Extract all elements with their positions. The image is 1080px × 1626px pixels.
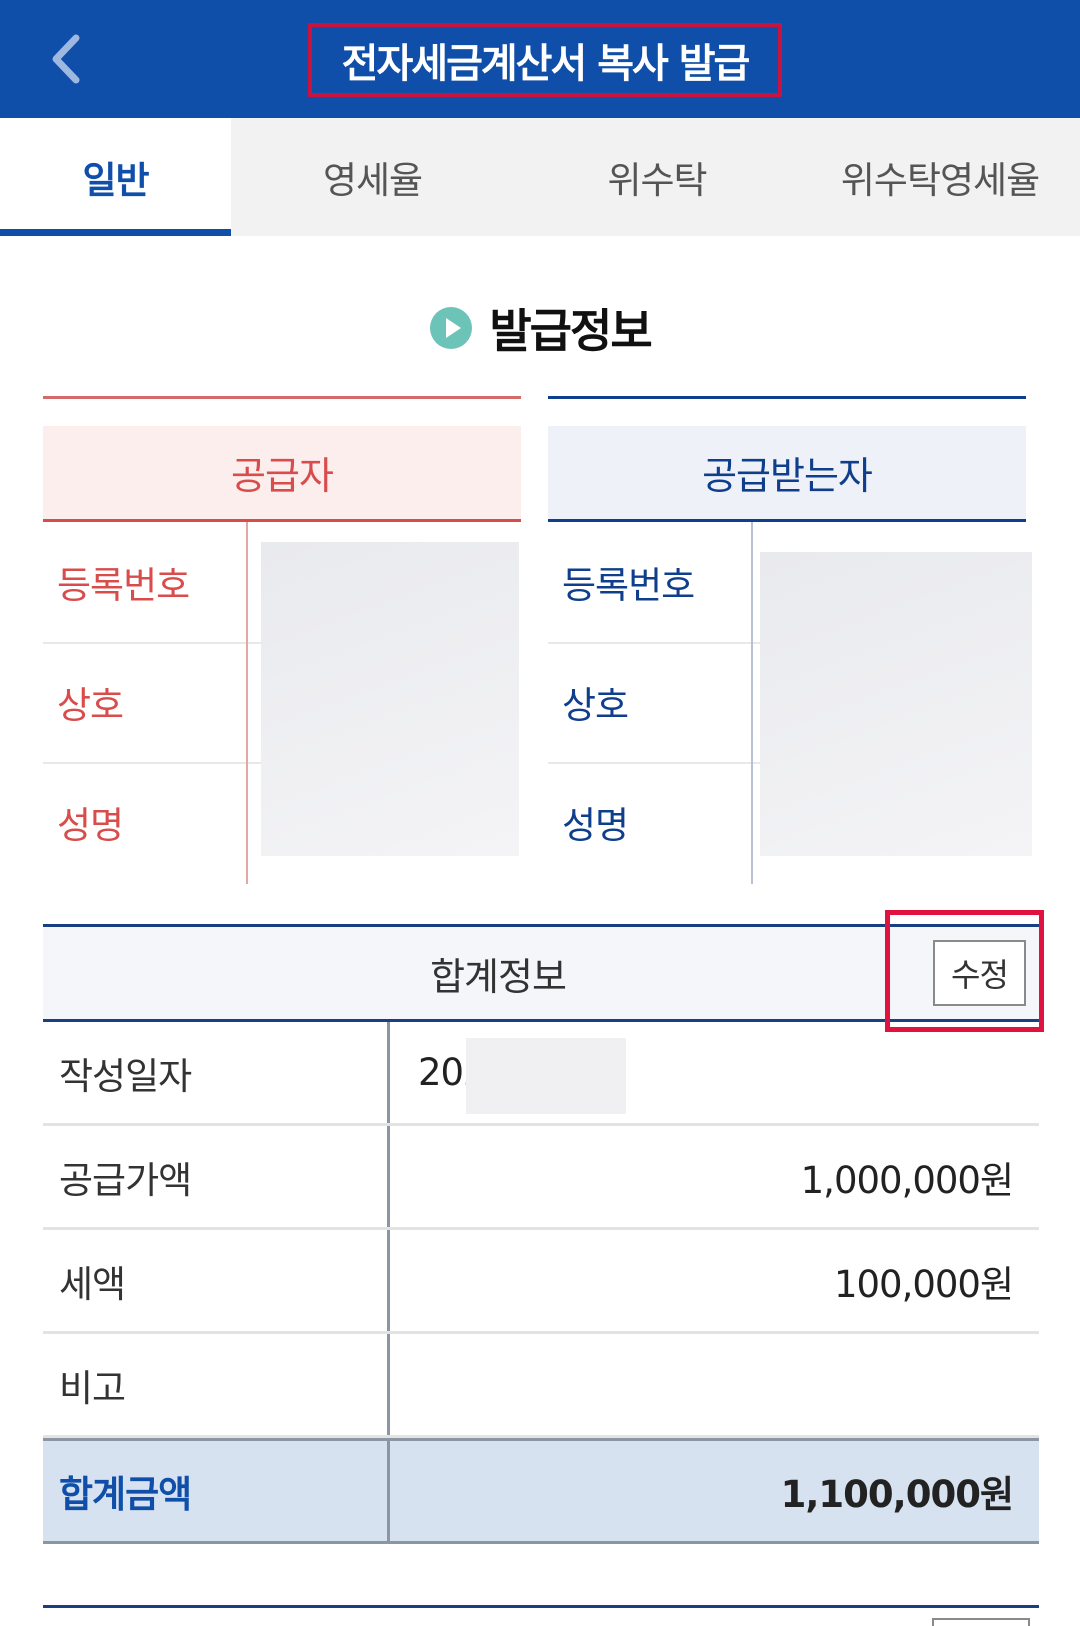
supplier-body: 등록번호 상호 성명 bbox=[43, 522, 521, 884]
divider bbox=[43, 396, 521, 399]
divider bbox=[43, 1605, 1039, 1608]
total-amount-label: 합계금액 bbox=[43, 1441, 390, 1541]
redacted-supplier-info bbox=[261, 542, 519, 856]
title-highlight-box: 전자세금계산서 복사 발급 bbox=[308, 23, 782, 97]
section-title: 발급정보 bbox=[489, 304, 652, 358]
divider bbox=[43, 642, 263, 644]
app-header: 전자세금계산서 복사 발급 bbox=[0, 0, 1080, 118]
summary-title: 합계정보 bbox=[430, 954, 567, 999]
tab-consignment-zero-rate[interactable]: 위수탁영세율 bbox=[800, 118, 1080, 236]
chevron-left-icon bbox=[52, 34, 80, 84]
tab-consignment[interactable]: 위수탁 bbox=[514, 118, 800, 236]
redacted-buyer-info bbox=[760, 552, 1032, 856]
table-row: 비고 bbox=[43, 1334, 1039, 1438]
tax-amount-value: 100,000원 bbox=[833, 1262, 1014, 1306]
supplier-company-label: 상호 bbox=[57, 684, 124, 727]
tab-general[interactable]: 일반 bbox=[0, 118, 231, 236]
summary-table: 작성일자 202 공급가액 1,000,000원 세액 100,000원 비고 … bbox=[43, 1022, 1039, 1544]
buyer-panel: 공급받는자 등록번호 상호 성명 bbox=[548, 396, 1032, 884]
buyer-company-label: 상호 bbox=[562, 684, 629, 727]
table-row: 공급가액 1,000,000원 bbox=[43, 1126, 1039, 1230]
divider bbox=[548, 762, 768, 764]
redacted-date bbox=[466, 1038, 626, 1114]
remarks-label: 비고 bbox=[43, 1334, 390, 1435]
back-button[interactable] bbox=[38, 22, 118, 96]
supplier-header: 공급자 bbox=[43, 426, 521, 522]
supplier-registration-label: 등록번호 bbox=[57, 564, 190, 607]
supply-amount-value: 1,000,000원 bbox=[800, 1158, 1014, 1202]
buyer-header: 공급받는자 bbox=[548, 426, 1026, 522]
tax-amount-label: 세액 bbox=[43, 1230, 390, 1331]
remarks-value bbox=[390, 1334, 1039, 1435]
edit-button[interactable]: 수정 bbox=[933, 940, 1026, 1006]
supplier-panel: 공급자 등록번호 상호 성명 bbox=[43, 396, 521, 884]
divider bbox=[751, 522, 753, 884]
play-circle-icon bbox=[430, 307, 473, 349]
total-row: 합계금액 1,100,000원 bbox=[43, 1438, 1039, 1544]
divider bbox=[548, 396, 1026, 399]
buyer-body: 등록번호 상호 성명 bbox=[548, 522, 1032, 884]
supplier-name-label: 성명 bbox=[57, 804, 124, 847]
supply-amount-label: 공급가액 bbox=[43, 1126, 390, 1227]
divider bbox=[246, 522, 248, 884]
table-row: 작성일자 202 bbox=[43, 1022, 1039, 1126]
page-title: 전자세금계산서 복사 발급 bbox=[341, 41, 751, 87]
tab-bar: 일반 영세율 위수탁 위수탁영세율 bbox=[0, 118, 1080, 236]
tab-zero-rate[interactable]: 영세율 bbox=[231, 118, 514, 236]
section-heading: 발급정보 bbox=[0, 288, 1080, 368]
divider bbox=[548, 642, 768, 644]
buyer-name-label: 성명 bbox=[562, 804, 629, 847]
buyer-registration-label: 등록번호 bbox=[562, 564, 695, 607]
partial-button[interactable] bbox=[932, 1618, 1030, 1626]
date-value-cell: 202 bbox=[390, 1022, 1039, 1123]
date-label: 작성일자 bbox=[43, 1022, 390, 1123]
divider bbox=[43, 762, 263, 764]
table-row: 세액 100,000원 bbox=[43, 1230, 1039, 1334]
total-amount-value: 1,100,000원 bbox=[780, 1473, 1014, 1516]
